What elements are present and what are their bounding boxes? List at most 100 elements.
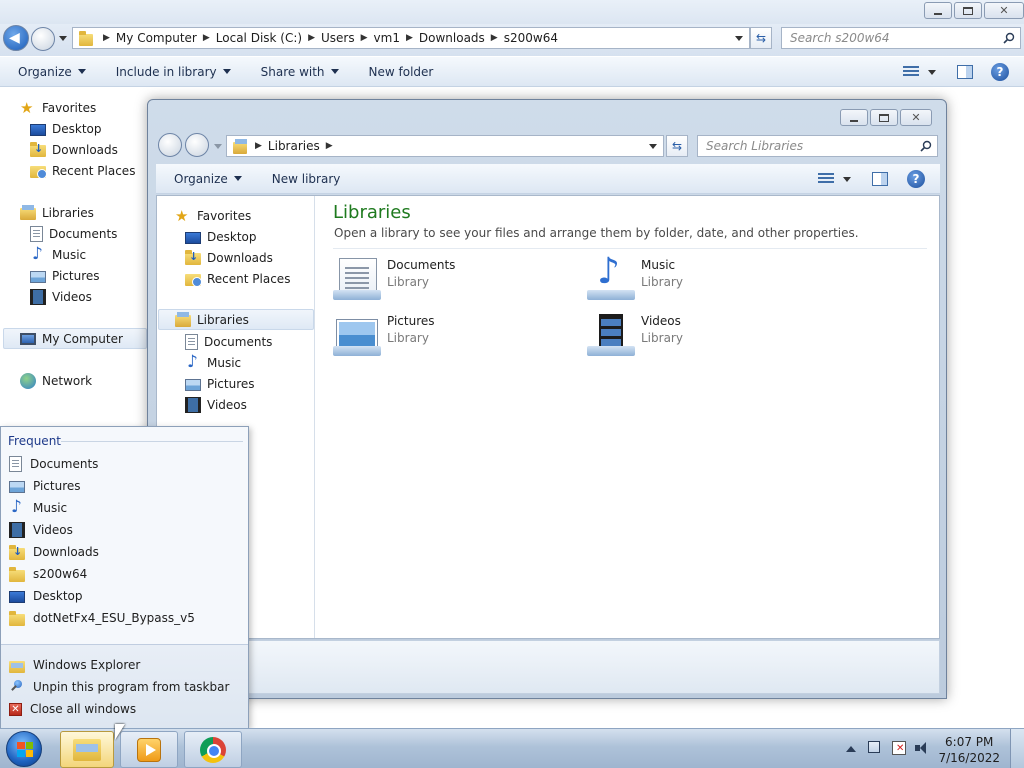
front-forward-button[interactable] (185, 133, 209, 157)
back-navigation-button[interactable]: ◀ (3, 25, 29, 51)
library-tile-music[interactable]: ♪ Music Library (587, 254, 683, 300)
jump-item-s200w64[interactable]: s200w64 (9, 563, 87, 585)
jump-item-dotnetfx4[interactable]: dotNetFx4_ESU_Bypass_v5 (9, 607, 195, 629)
front-nav-favorites[interactable]: ★ Favorites (175, 205, 251, 226)
show-hidden-icons-icon[interactable] (846, 746, 856, 752)
show-desktop-button[interactable] (1010, 729, 1024, 768)
breadcrumb-my-computer[interactable]: My Computer (116, 31, 197, 45)
network-tray-icon[interactable] (868, 741, 880, 753)
views-dropdown-icon[interactable] (928, 70, 936, 75)
task-unpin-from-taskbar[interactable]: Unpin this program from taskbar (9, 676, 229, 698)
search-icon[interactable] (1003, 32, 1015, 44)
forward-navigation-button[interactable] (31, 27, 55, 51)
front-close-button[interactable]: ✕ (900, 109, 932, 126)
jump-item-music[interactable]: Music (9, 497, 67, 519)
task-close-all-windows[interactable]: ✕ Close all windows (9, 698, 136, 720)
preview-pane-icon[interactable] (872, 172, 888, 186)
recent-pages-dropdown-icon[interactable] (59, 36, 67, 41)
jump-item-downloads[interactable]: Downloads (9, 541, 99, 563)
front-recent-pages-icon[interactable] (214, 144, 222, 149)
breadcrumb-users[interactable]: Users (321, 31, 355, 45)
include-in-library-button[interactable]: Include in library (116, 65, 231, 79)
back-nav-pictures[interactable]: Pictures (30, 265, 100, 286)
back-nav-favorites[interactable]: ★ Favorites (20, 97, 96, 118)
minimize-icon (849, 114, 859, 122)
documents-library-icon (333, 258, 381, 300)
back-nav-my-computer[interactable]: My Computer (3, 328, 147, 349)
share-with-button[interactable]: Share with (261, 65, 339, 79)
front-search-placeholder: Search Libraries (706, 139, 804, 153)
breadcrumb-separator-icon: ▶ (103, 33, 110, 43)
front-minimize-button[interactable] (840, 109, 868, 126)
views-icon[interactable] (903, 66, 919, 78)
front-maximize-button[interactable] (870, 109, 898, 126)
back-nav-network[interactable]: Network (20, 370, 92, 391)
back-nav-documents[interactable]: Documents (30, 223, 117, 244)
breadcrumb-downloads[interactable]: Downloads (419, 31, 485, 45)
breadcrumb-vm1[interactable]: vm1 (374, 31, 400, 45)
back-minimize-button[interactable] (924, 2, 952, 19)
folder-icon (9, 566, 25, 582)
back-restore-button[interactable] (954, 2, 982, 19)
help-icon[interactable]: ? (991, 63, 1009, 81)
nav-label: Favorites (42, 100, 97, 115)
task-windows-explorer[interactable]: Windows Explorer (9, 654, 140, 676)
jump-item-desktop[interactable]: Desktop (9, 585, 83, 607)
breadcrumb-s200w64[interactable]: s200w64 (504, 31, 558, 45)
jump-item-label: Music (33, 501, 68, 515)
help-icon[interactable]: ? (907, 170, 925, 188)
address-dropdown-icon[interactable] (649, 144, 657, 149)
back-refresh-button[interactable]: ⇆ (750, 27, 772, 49)
taskbar-chrome[interactable] (184, 731, 242, 768)
back-window-titlebar[interactable]: ✕ (0, 0, 1024, 24)
front-nav-libraries[interactable]: Libraries (158, 309, 314, 330)
library-tile-pictures[interactable]: Pictures Library (333, 314, 435, 356)
back-search-input[interactable]: Search s200w64 (781, 27, 1021, 49)
front-nav-documents[interactable]: Documents (185, 331, 272, 352)
back-nav-music[interactable]: Music (30, 244, 86, 265)
address-dropdown-icon[interactable] (735, 36, 743, 41)
front-address-box[interactable]: ▶ Libraries ▶ (226, 135, 664, 157)
preview-pane-icon[interactable] (957, 65, 973, 79)
back-organize-button[interactable]: Organize (18, 65, 86, 79)
share-with-label: Share with (260, 64, 325, 79)
search-icon[interactable] (920, 140, 932, 152)
breadcrumb-local-disk[interactable]: Local Disk (C:) (216, 31, 302, 45)
volume-icon[interactable] (915, 741, 929, 755)
front-refresh-button[interactable]: ⇆ (666, 135, 688, 157)
new-library-button[interactable]: New library (272, 172, 341, 186)
start-button[interactable] (6, 731, 42, 767)
front-organize-button[interactable]: Organize (174, 172, 242, 186)
views-icon[interactable] (818, 173, 834, 185)
taskbar-windows-explorer[interactable] (60, 731, 114, 768)
back-nav-videos[interactable]: Videos (30, 286, 92, 307)
jump-item-pictures[interactable]: Pictures (9, 475, 81, 497)
breadcrumb-libraries[interactable]: Libraries (268, 139, 320, 153)
new-folder-button[interactable]: New folder (369, 65, 434, 79)
front-nav-desktop[interactable]: Desktop (185, 226, 257, 247)
back-address-box[interactable]: ▶ My Computer ▶ Local Disk (C:) ▶ Users … (72, 27, 750, 49)
action-center-icon[interactable] (892, 741, 906, 755)
front-nav-music[interactable]: Music (185, 352, 241, 373)
taskbar-media-player[interactable] (120, 731, 178, 768)
back-nav-downloads[interactable]: Downloads (30, 139, 118, 160)
library-tile-documents[interactable]: Documents Library (333, 258, 455, 300)
front-nav-recent-places[interactable]: Recent Places (185, 268, 290, 289)
back-nav-desktop[interactable]: Desktop (30, 118, 102, 139)
back-nav-libraries[interactable]: Libraries (20, 202, 94, 223)
front-nav-videos[interactable]: Videos (185, 394, 247, 415)
front-nav-pictures[interactable]: Pictures (185, 373, 255, 394)
library-tile-videos[interactable]: Videos Library (587, 314, 683, 356)
back-nav-recent-places[interactable]: Recent Places (30, 160, 135, 181)
front-search-input[interactable]: Search Libraries (697, 135, 938, 157)
back-command-bar: Organize Include in library Share with N… (0, 57, 1024, 87)
back-close-button[interactable]: ✕ (984, 2, 1024, 19)
downloads-folder-icon (30, 142, 46, 157)
videos-icon (9, 522, 25, 538)
front-nav-downloads[interactable]: Downloads (185, 247, 273, 268)
views-dropdown-icon[interactable] (843, 177, 851, 182)
system-clock[interactable]: 6:07 PM 7/16/2022 (938, 734, 1000, 766)
front-back-button[interactable] (158, 133, 182, 157)
jump-item-videos[interactable]: Videos (9, 519, 73, 541)
jump-item-documents[interactable]: Documents (9, 453, 98, 475)
